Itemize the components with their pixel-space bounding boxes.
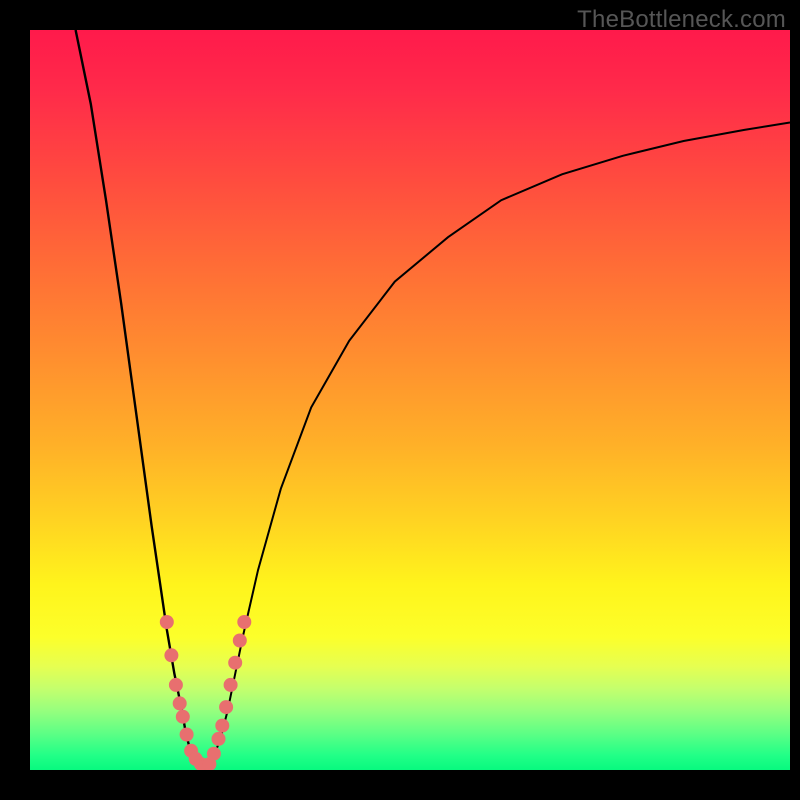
data-marker bbox=[219, 700, 233, 714]
data-marker bbox=[176, 710, 190, 724]
marker-group bbox=[160, 615, 252, 770]
plot-area bbox=[30, 30, 790, 770]
watermark-text: TheBottleneck.com bbox=[577, 6, 786, 34]
data-marker bbox=[215, 719, 229, 733]
data-marker bbox=[212, 732, 226, 746]
data-marker bbox=[169, 678, 183, 692]
data-marker bbox=[224, 678, 238, 692]
data-marker bbox=[237, 615, 251, 629]
chart-svg bbox=[30, 30, 790, 770]
data-marker bbox=[233, 634, 247, 648]
data-marker bbox=[180, 728, 194, 742]
data-marker bbox=[228, 656, 242, 670]
curve-right bbox=[205, 123, 790, 768]
curve-left bbox=[76, 30, 205, 768]
data-marker bbox=[164, 648, 178, 662]
chart-frame: TheBottleneck.com bbox=[0, 0, 800, 800]
data-marker bbox=[173, 696, 187, 710]
data-marker bbox=[207, 747, 221, 761]
data-marker bbox=[160, 615, 174, 629]
